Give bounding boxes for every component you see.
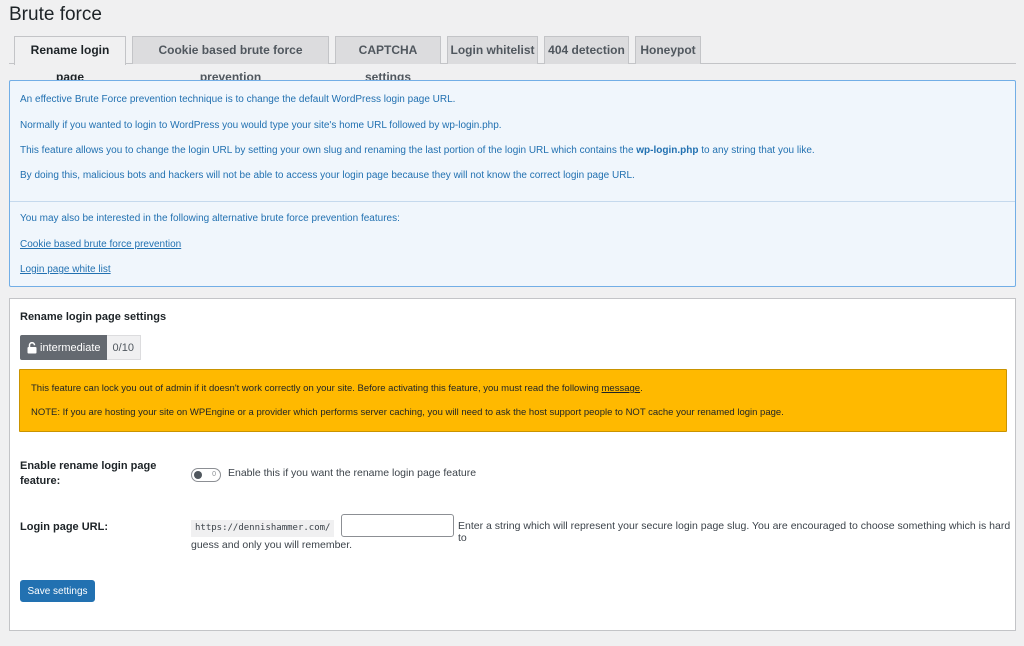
badge-level: intermediate — [20, 335, 107, 360]
tab-honeypot[interactable]: Honeypot — [635, 36, 701, 64]
tab-rename-login-page[interactable]: Rename login page — [14, 36, 126, 84]
badge-score: 0/10 — [106, 335, 141, 360]
link-login-page-whitelist[interactable]: Login page white list — [20, 264, 111, 275]
enable-feature-description: Enable this if you want the rename login… — [228, 467, 477, 479]
warning-line-1: This feature can lock you out of admin i… — [31, 383, 643, 394]
tab-captcha-settings[interactable]: CAPTCHA settings — [335, 36, 441, 84]
login-url-label: Login page URL: — [20, 521, 108, 533]
info-line-3: This feature allows you to change the lo… — [20, 145, 815, 156]
warning-message-link[interactable]: message — [602, 383, 641, 394]
toggle-knob — [194, 471, 202, 479]
security-level-badge: intermediate 0/10 — [20, 335, 141, 360]
tab-cookie-based-prevention[interactable]: Cookie based brute force prevention — [132, 36, 329, 84]
wp-login-filename: wp-login.php — [636, 145, 699, 156]
page-title: Brute force — [9, 4, 102, 25]
link-cookie-based-prevention[interactable]: Cookie based brute force prevention — [20, 239, 181, 250]
info-notice: An effective Brute Force prevention tech… — [9, 80, 1016, 287]
login-url-description-1: Enter a string which will represent your… — [458, 520, 1011, 544]
rename-login-settings-panel: Rename login page settings intermediate … — [9, 298, 1016, 631]
toggle-state-text: 0 — [212, 471, 216, 478]
save-settings-button[interactable]: Save settings — [20, 580, 95, 602]
alternatives-intro: You may also be interested in the follow… — [20, 213, 400, 224]
login-url-description-2: guess and only you will remember. — [191, 539, 353, 551]
unlock-icon — [27, 341, 37, 353]
warning-line-2: NOTE: If you are hosting your site on WP… — [31, 407, 784, 418]
site-url-prefix: https://dennishammer.com/ — [191, 520, 335, 537]
info-line-4: By doing this, malicious bots and hacker… — [20, 170, 635, 181]
enable-rename-toggle[interactable]: 0 — [191, 468, 221, 482]
info-divider — [10, 201, 1015, 202]
tab-login-whitelist[interactable]: Login whitelist — [447, 36, 538, 64]
tab-404-detection[interactable]: 404 detection — [544, 36, 629, 64]
login-slug-input[interactable] — [341, 514, 454, 537]
info-line-2: Normally if you wanted to login to WordP… — [20, 120, 502, 131]
panel-title: Rename login page settings — [20, 311, 167, 323]
lockout-warning: This feature can lock you out of admin i… — [19, 369, 1007, 432]
tab-bar: Rename login page Cookie based brute for… — [9, 36, 1016, 84]
info-line-1: An effective Brute Force prevention tech… — [20, 94, 456, 105]
enable-feature-label: Enable rename login page feature: — [20, 460, 157, 487]
